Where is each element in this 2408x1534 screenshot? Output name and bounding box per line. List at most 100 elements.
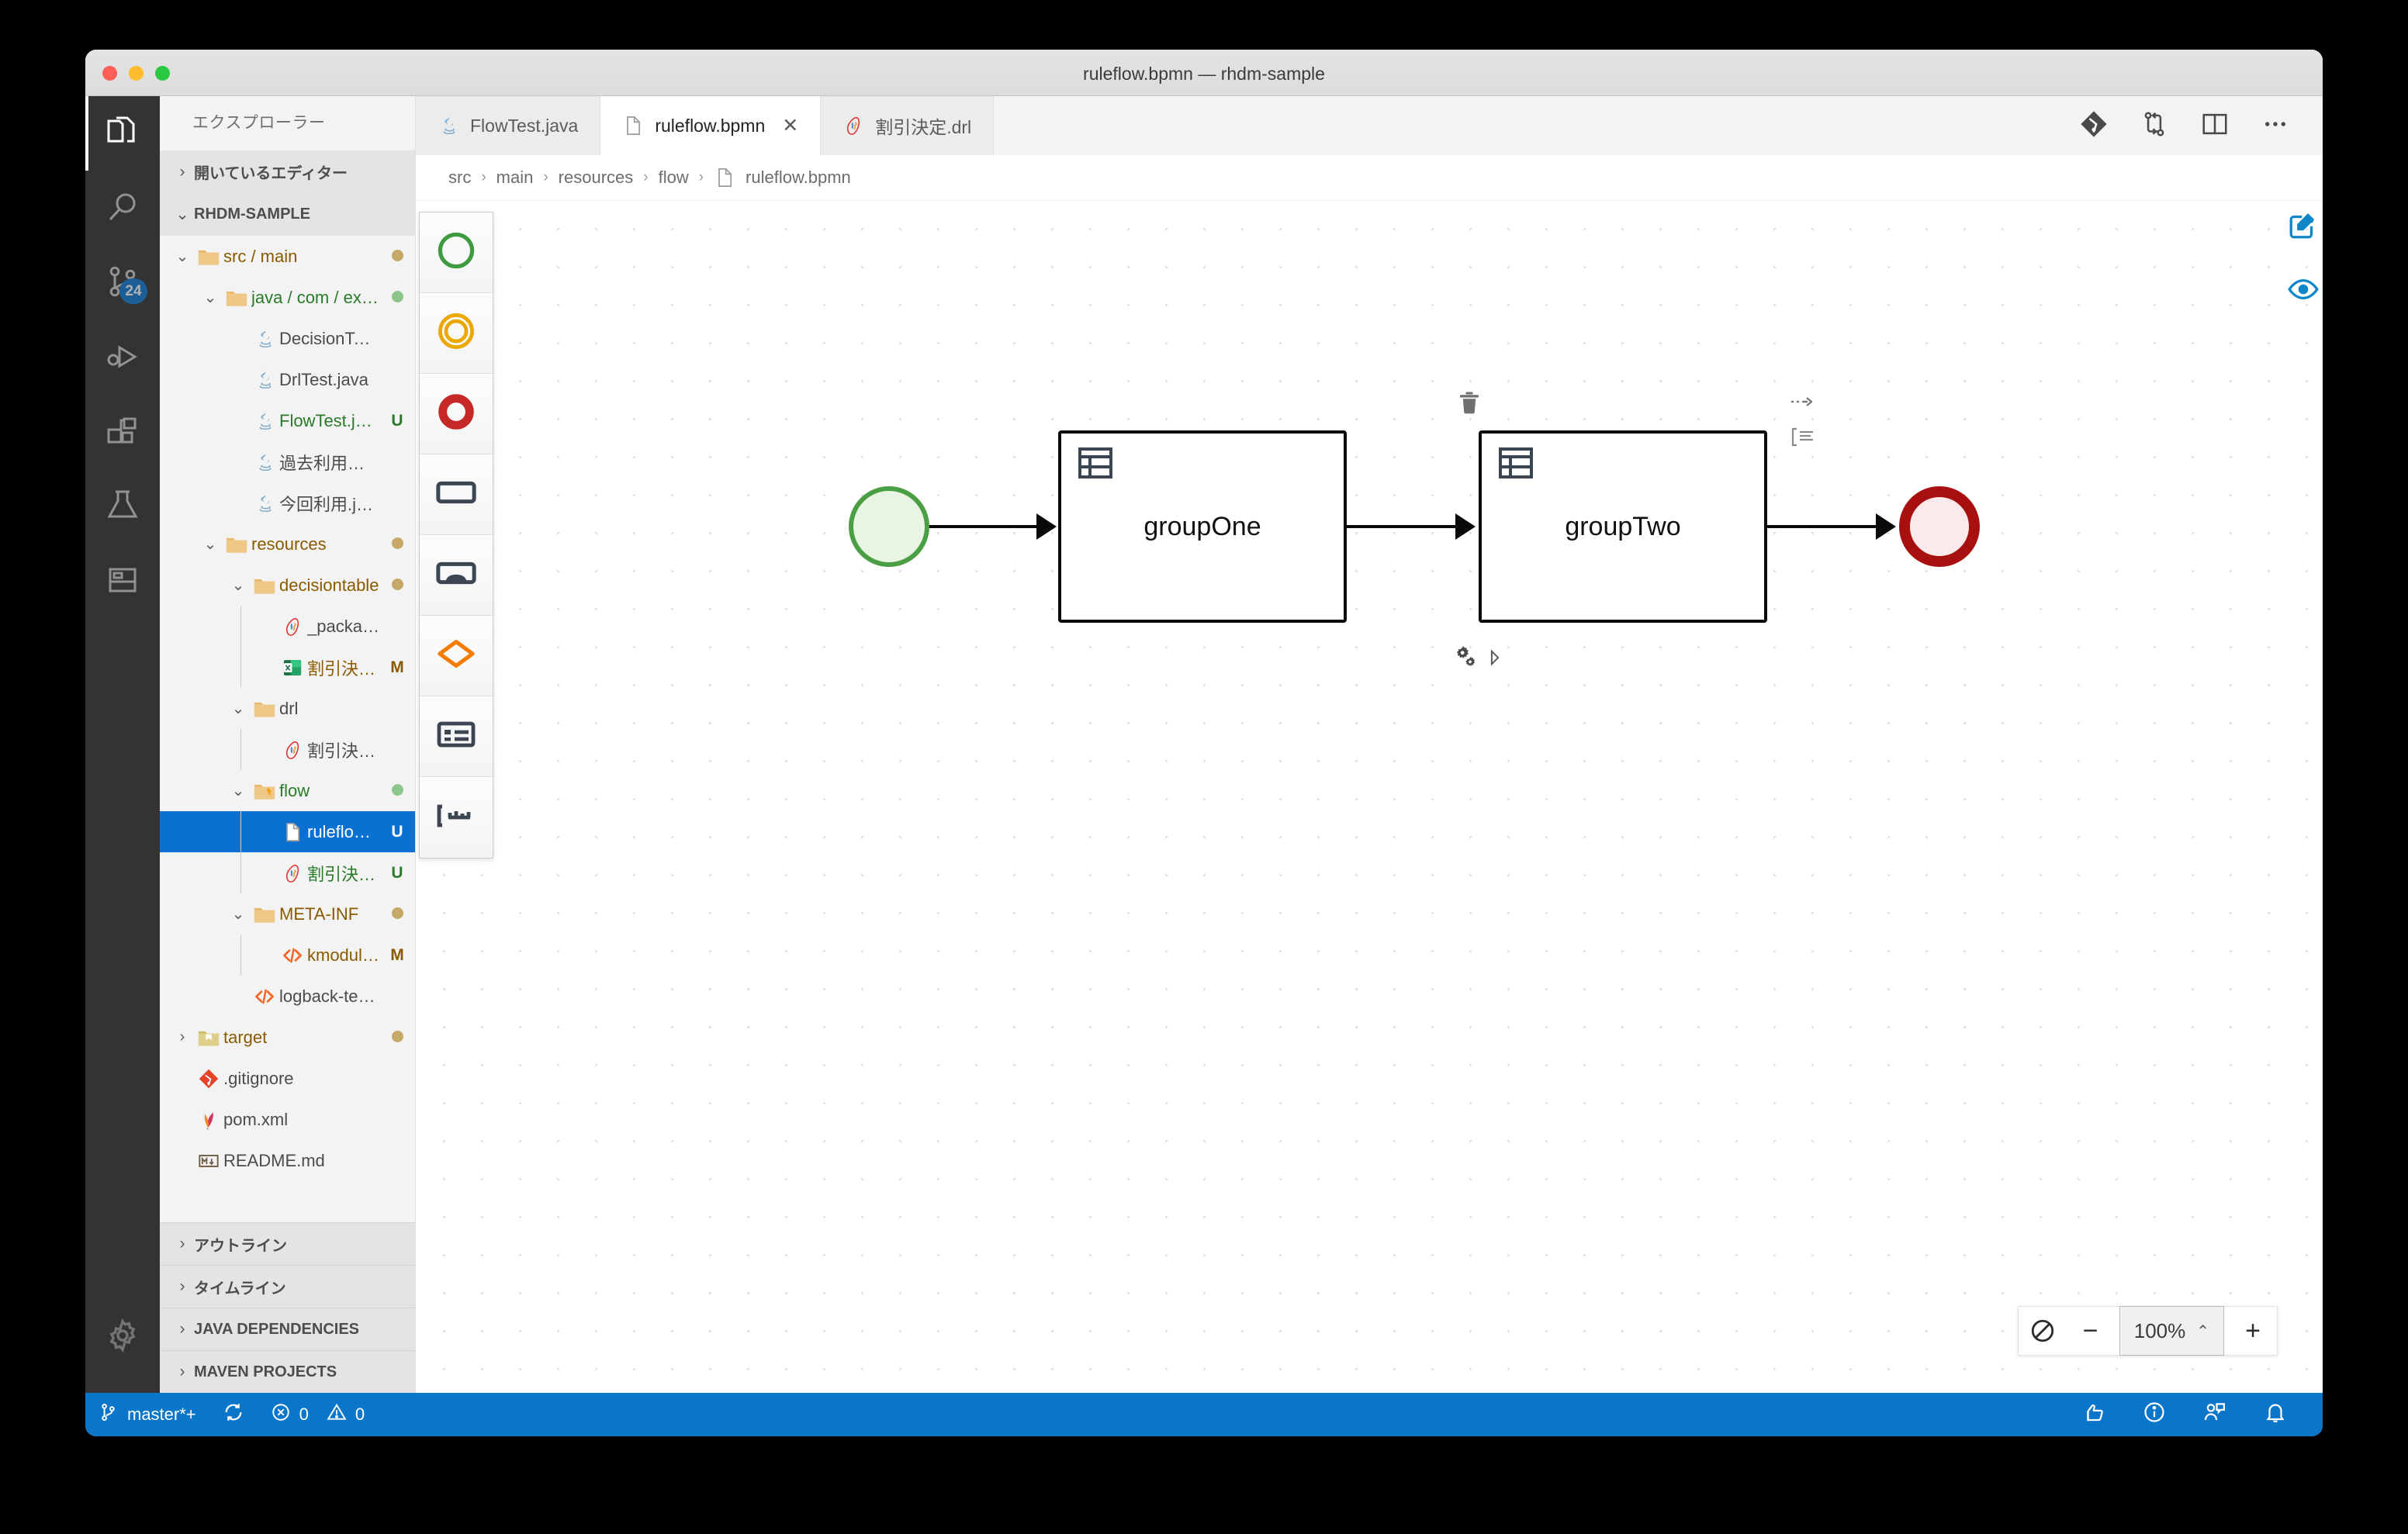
file-tree[interactable]: ⌄ src / main⌄ java / com / example / rhd…: [160, 236, 415, 1222]
chevron-down-icon[interactable]: ⌄: [227, 781, 250, 800]
tree-row[interactable]: logback-test.xml: [160, 976, 415, 1017]
activity-item-source-control[interactable]: 24: [85, 245, 160, 320]
tree-row[interactable]: ⌄ src / main: [160, 236, 415, 277]
chevron-down-icon[interactable]: ⌄: [199, 534, 222, 554]
split-editor-icon[interactable]: [2200, 109, 2230, 143]
status-info[interactable]: [2124, 1393, 2185, 1436]
activity-item-database[interactable]: [85, 543, 160, 617]
section-open-editors[interactable]: › 開いているエディター: [160, 150, 415, 193]
status-problems[interactable]: 0 0: [258, 1393, 379, 1436]
tree-row[interactable]: README.md: [160, 1140, 415, 1181]
chevron-right-icon[interactable]: ›: [171, 1028, 194, 1046]
status-sync[interactable]: [209, 1393, 258, 1436]
chevron-down-icon[interactable]: ⌄: [227, 904, 250, 924]
tree-row[interactable]: kmodule.xml M: [160, 935, 415, 976]
chevron-down-icon[interactable]: ⌄: [227, 575, 250, 595]
git-diamond-icon[interactable]: [2079, 109, 2109, 143]
task-node-groupOne[interactable]: groupOne: [1058, 430, 1347, 623]
panel-outline[interactable]: › アウトライン: [160, 1222, 415, 1265]
folder-icon: [194, 245, 223, 268]
caret-right-icon[interactable]: [1488, 649, 1502, 670]
tree-row[interactable]: 今回利用.java: [160, 482, 415, 523]
breadcrumb-item[interactable]: flow: [659, 168, 689, 188]
panel-maven-projects[interactable]: › MAVEN PROJECTS: [160, 1350, 415, 1393]
palette-data-object[interactable]: [420, 696, 493, 777]
status-live-share[interactable]: [2185, 1393, 2245, 1436]
tree-row[interactable]: ⌄ java / com / example / rhdm: [160, 277, 415, 318]
tree-row[interactable]: .gitignore: [160, 1058, 415, 1099]
gears-icon[interactable]: [1454, 644, 1479, 673]
sequence-flow-3[interactable]: [1767, 525, 1882, 528]
activity-item-testing[interactable]: [85, 468, 160, 543]
panel-java-dependencies[interactable]: › JAVA DEPENDENCIES: [160, 1308, 415, 1350]
palette-task[interactable]: [420, 454, 493, 535]
zoom-reset-button[interactable]: [2019, 1306, 2067, 1356]
breadcrumb-item[interactable]: resources: [559, 168, 634, 188]
tree-row[interactable]: FlowTest.java U: [160, 400, 415, 441]
bpmn-canvas[interactable]: groupOne groupTwo: [416, 201, 2323, 1393]
sequence-flow-2[interactable]: [1347, 525, 1462, 528]
breadcrumb-item[interactable]: main: [496, 168, 534, 188]
trash-icon[interactable]: [1455, 389, 1483, 420]
editor-tab[interactable]: FlowTest.java: [416, 96, 601, 155]
end-event-node[interactable]: [1899, 486, 1980, 567]
tree-row[interactable]: 割引決定.drl U: [160, 852, 415, 893]
breadcrumb-item[interactable]: ruleflow.bpmn: [746, 168, 851, 188]
tree-row[interactable]: DrlTest.java: [160, 359, 415, 400]
activity-item-extensions[interactable]: [85, 394, 160, 468]
activity-item-manage-settings[interactable]: [85, 1298, 160, 1373]
activity-item-search[interactable]: [85, 171, 160, 245]
panel-timeline[interactable]: › タイムライン: [160, 1265, 415, 1308]
dashed-arrow-icon[interactable]: [1790, 393, 1815, 414]
change-dot: [391, 290, 403, 302]
tree-row[interactable]: _package.drl: [160, 606, 415, 647]
palette-end-event[interactable]: [420, 374, 493, 454]
activity-item-run-and-debug[interactable]: [85, 320, 160, 394]
chevron-down-icon[interactable]: ⌄: [199, 288, 222, 307]
breadcrumb-item[interactable]: src: [448, 168, 471, 188]
compare-icon[interactable]: [2140, 109, 2169, 143]
section-project-root[interactable]: ⌄ RHDM-SAMPLE: [160, 193, 415, 236]
ellipsis-icon[interactable]: [2261, 109, 2290, 143]
tree-row[interactable]: ⌄ drl: [160, 688, 415, 729]
palette-lane[interactable]: [420, 777, 493, 858]
zoom-out-button[interactable]: −: [2067, 1306, 2115, 1356]
sequence-flow-1[interactable]: [928, 525, 1043, 528]
status-feedback[interactable]: [2064, 1393, 2124, 1436]
tabs-holder: FlowTest.java ruleflow.bpmn ✕ 割引決定.drl: [416, 96, 995, 155]
tree-row[interactable]: 過去利用状況.java: [160, 441, 415, 482]
palette-gateway[interactable]: [420, 616, 493, 696]
palette-intermediate-event[interactable]: [420, 293, 493, 374]
tree-row[interactable]: ⌄ resources: [160, 523, 415, 565]
palette-start-event[interactable]: [420, 212, 493, 293]
tree-row-selected[interactable]: ruleflow.bpmn U: [160, 811, 415, 852]
task-node-groupTwo[interactable]: groupTwo: [1479, 430, 1767, 623]
status-notifications[interactable]: [2245, 1393, 2306, 1436]
tree-row[interactable]: › target: [160, 1017, 415, 1058]
tree-row[interactable]: ⌄ flow: [160, 770, 415, 811]
zoom-in-button[interactable]: +: [2229, 1306, 2277, 1356]
tree-row[interactable]: DecisionTableTest.java: [160, 318, 415, 359]
palette-subprocess[interactable]: [420, 535, 493, 616]
chevron-down-icon[interactable]: ⌄: [227, 699, 250, 718]
tree-row[interactable]: ⌄ META-INF: [160, 893, 415, 935]
tree-row[interactable]: pom.xml: [160, 1099, 415, 1140]
tree-row[interactable]: 割引決定.xlsx M: [160, 647, 415, 688]
eye-icon[interactable]: [2287, 273, 2320, 309]
tree-row-label: 割引決定.xlsx: [307, 658, 379, 679]
tree-row[interactable]: ⌄ decisiontable: [160, 565, 415, 606]
editor-tab[interactable]: 割引決定.drl: [821, 96, 995, 155]
tree-row[interactable]: 割引決定.drl: [160, 729, 415, 770]
zoom-level-select[interactable]: 100% ⌃: [2119, 1306, 2224, 1356]
java-icon: [250, 492, 279, 514]
activity-item-explorer[interactable]: [85, 96, 160, 171]
start-event-node[interactable]: [849, 486, 929, 567]
close-icon[interactable]: ✕: [782, 114, 798, 137]
editor-tab[interactable]: ruleflow.bpmn ✕: [600, 96, 822, 155]
folder-open-icon: [250, 779, 279, 803]
pencil-square-icon[interactable]: [2287, 209, 2320, 245]
annotation-icon[interactable]: [1790, 427, 1815, 451]
status-branch[interactable]: master*+: [85, 1393, 209, 1436]
chevron-down-icon[interactable]: ⌄: [171, 247, 194, 266]
breadcrumb[interactable]: src › main › resources › flow › ruleflow.bpmn: [416, 155, 2323, 200]
